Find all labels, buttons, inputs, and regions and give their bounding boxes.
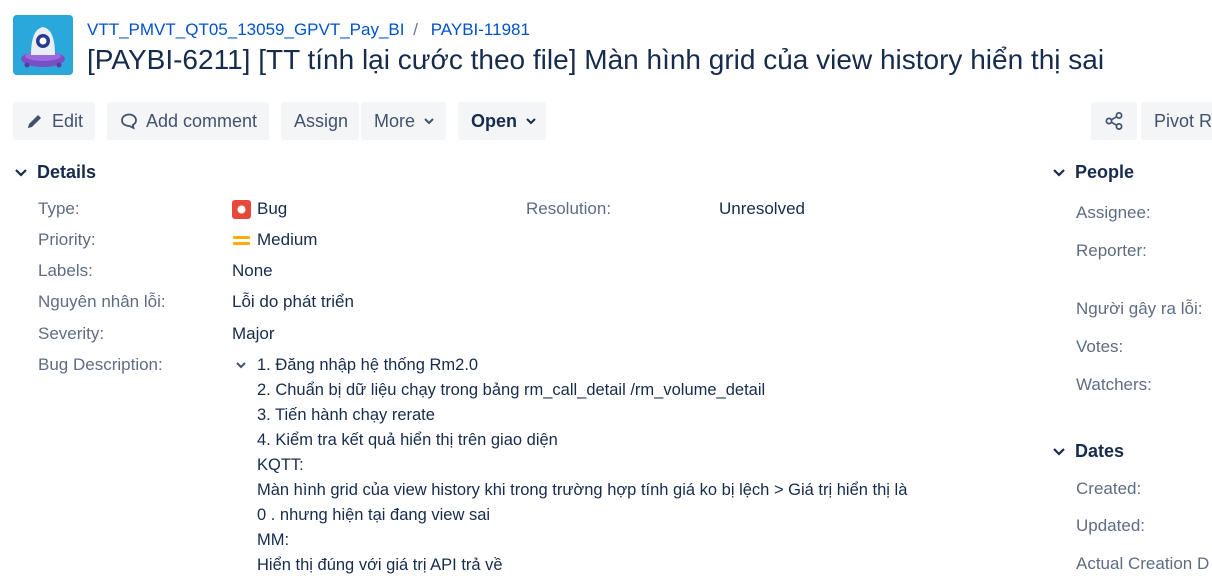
description-collapse-toggle[interactable] [234, 358, 248, 377]
actual-creation-date-label: Actual Creation D [1076, 554, 1210, 573]
description-line: 4. Kiểm tra kết quả hiển thị trên giao d… [257, 431, 558, 449]
status-open-label: Open [471, 110, 518, 131]
people-heading: People [1075, 162, 1135, 182]
type-label: Type: [38, 199, 80, 218]
bug-causer-label: Người gây ra lỗi: [1076, 299, 1203, 318]
add-comment-button-label: Add comment [146, 110, 258, 131]
root-cause-value: Lỗi do phát triển [232, 292, 354, 311]
priority-value: Medium [232, 230, 317, 250]
share-button[interactable] [1091, 102, 1137, 140]
pencil-icon [26, 112, 44, 130]
add-comment-button[interactable]: Add comment [107, 102, 269, 140]
assign-button[interactable]: Assign [281, 102, 359, 140]
description-line: Hiển thị đúng với giá trị API trả về [257, 556, 503, 574]
chevron-down-icon [1051, 444, 1067, 460]
assign-button-label: Assign [294, 110, 349, 131]
issue-title: [PAYBI-6211] [TT tính lại cước theo file… [87, 44, 1105, 75]
priority-value-text: Medium [257, 230, 318, 249]
type-value-text: Bug [257, 199, 288, 218]
breadcrumb: VTT_PMVT_QT05_13059_GPVT_Pay_BI / PAYBI-… [87, 20, 530, 40]
priority-medium-icon [232, 231, 251, 250]
comment-icon [120, 112, 138, 130]
priority-label: Priority: [38, 230, 96, 249]
resolution-label: Resolution: [526, 199, 612, 218]
pivot-report-button[interactable]: Pivot Re [1141, 102, 1212, 140]
details-section-toggle[interactable]: Details [13, 162, 96, 183]
alien-ufo-icon [13, 15, 73, 75]
chevron-down-icon [234, 358, 248, 372]
more-button[interactable]: More [361, 102, 446, 140]
people-section-toggle[interactable]: People [1051, 162, 1134, 183]
status-open-button[interactable]: Open [458, 102, 546, 140]
breadcrumb-separator: / [413, 20, 418, 39]
chevron-down-icon [525, 115, 537, 127]
edit-button-label: Edit [52, 110, 84, 131]
bug-icon [232, 199, 251, 219]
description-line: 1. Đăng nhập hệ thống Rm2.0 [257, 356, 479, 374]
resolution-value: Unresolved [719, 199, 805, 218]
severity-value: Major [232, 324, 275, 343]
chevron-down-icon [1051, 165, 1067, 181]
votes-label: Votes: [1076, 337, 1124, 356]
pivot-report-label: Pivot Re [1154, 110, 1212, 131]
chevron-down-icon [423, 115, 435, 127]
description-line: 2. Chuẩn bị dữ liệu chạy trong bảng rm_c… [257, 381, 766, 399]
type-value: Bug [232, 199, 287, 219]
reporter-label: Reporter: [1076, 241, 1147, 260]
project-avatar[interactable] [13, 15, 73, 75]
dates-heading: Dates [1075, 441, 1125, 461]
chevron-down-icon [13, 165, 29, 181]
description-line: MM: [257, 531, 290, 549]
labels-label: Labels: [38, 261, 93, 280]
bug-description-text: 1. Đăng nhập hệ thống Rm2.0 2. Chuẩn bị … [257, 353, 977, 578]
created-label: Created: [1076, 479, 1142, 498]
description-line: Màn hình grid của view history khi trong… [257, 481, 908, 499]
description-line: 3. Tiến hành chạy rerate [257, 406, 435, 424]
details-heading: Details [37, 162, 97, 182]
updated-label: Updated: [1076, 516, 1145, 535]
more-button-label: More [374, 110, 416, 131]
share-icon [1104, 111, 1124, 131]
description-line: KQTT: [257, 456, 304, 474]
edit-button[interactable]: Edit [13, 102, 95, 140]
watchers-label: Watchers: [1076, 375, 1152, 394]
root-cause-label: Nguyên nhân lỗi: [38, 292, 166, 311]
breadcrumb-parent-issue-link[interactable]: PAYBI-11981 [431, 20, 530, 39]
description-line: 0 . nhưng hiện tại đang view sai [257, 506, 491, 524]
bug-description-label: Bug Description: [38, 355, 163, 374]
breadcrumb-project-link[interactable]: VTT_PMVT_QT05_13059_GPVT_Pay_BI [87, 20, 405, 39]
dates-section-toggle[interactable]: Dates [1051, 441, 1124, 462]
assignee-label: Assignee: [1076, 203, 1151, 222]
labels-value: None [232, 261, 273, 280]
severity-label: Severity: [38, 324, 105, 343]
